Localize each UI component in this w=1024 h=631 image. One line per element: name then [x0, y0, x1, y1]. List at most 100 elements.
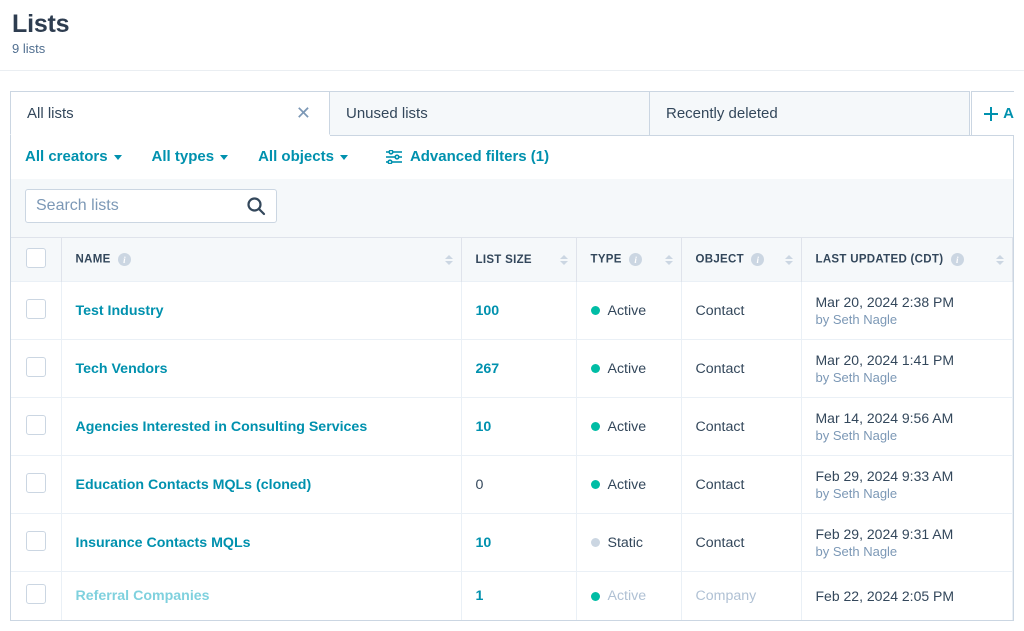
type-label: Active	[608, 303, 647, 319]
column-header-name[interactable]: NAME i	[61, 238, 461, 282]
cell-type: Active	[576, 456, 681, 514]
info-icon[interactable]: i	[629, 253, 642, 266]
list-size-value[interactable]: 10	[476, 419, 492, 435]
sort-icon[interactable]	[665, 255, 673, 265]
row-checkbox[interactable]	[26, 473, 46, 493]
cell-checkbox	[11, 572, 61, 621]
info-icon[interactable]: i	[751, 253, 764, 266]
row-checkbox[interactable]	[26, 531, 46, 551]
status-dot-icon	[591, 364, 600, 373]
filter-label: All objects	[258, 148, 334, 165]
cell-name: Insurance Contacts MQLs	[61, 514, 461, 572]
sort-icon[interactable]	[445, 255, 453, 265]
filters-region: All creators All types All objects Advan…	[10, 135, 1014, 621]
updated-by: by Seth Nagle	[816, 544, 999, 559]
type-label: Active	[608, 419, 647, 435]
column-label: LIST SIZE	[476, 254, 532, 266]
updated-by: by Seth Nagle	[816, 370, 999, 385]
table-row: Agencies Interested in Consulting Servic…	[11, 398, 1013, 456]
sort-icon[interactable]	[996, 255, 1004, 265]
filter-types[interactable]: All types	[152, 148, 229, 165]
column-header-checkbox	[11, 238, 61, 282]
filter-creators[interactable]: All creators	[25, 148, 122, 165]
updated-timestamp: Mar 20, 2024 2:38 PM	[816, 294, 999, 310]
cell-object: Contact	[681, 340, 801, 398]
cell-checkbox	[11, 340, 61, 398]
cell-size: 267	[461, 340, 576, 398]
status-dot-icon	[591, 480, 600, 489]
list-name-link[interactable]: Insurance Contacts MQLs	[76, 535, 251, 551]
updated-timestamp: Mar 14, 2024 9:56 AM	[816, 410, 999, 426]
type-label: Active	[608, 477, 647, 493]
filter-label: All creators	[25, 148, 108, 165]
list-size-value[interactable]: 100	[476, 303, 500, 319]
search-icon[interactable]	[246, 196, 266, 216]
tab-label: Unused lists	[346, 105, 428, 122]
list-name-link[interactable]: Agencies Interested in Consulting Servic…	[76, 419, 368, 435]
page-title: Lists	[12, 10, 1012, 39]
cell-object: Contact	[681, 456, 801, 514]
updated-timestamp: Feb 29, 2024 9:31 AM	[816, 526, 999, 542]
object-label: Contact	[696, 303, 745, 319]
cell-object: Contact	[681, 398, 801, 456]
table-row: Education Contacts MQLs (cloned) 0 Active C…	[11, 456, 1013, 514]
row-checkbox[interactable]	[26, 357, 46, 377]
sort-icon[interactable]	[560, 255, 568, 265]
list-size-value[interactable]: 1	[476, 588, 484, 604]
status-dot-icon	[591, 422, 600, 431]
info-icon[interactable]: i	[118, 253, 131, 266]
type-label: Static	[608, 535, 643, 551]
filter-label: All types	[152, 148, 215, 165]
list-name-link[interactable]: Tech Vendors	[76, 361, 168, 377]
info-icon[interactable]: i	[951, 253, 964, 266]
row-checkbox[interactable]	[26, 584, 46, 604]
cell-type: Active	[576, 572, 681, 621]
search-input[interactable]	[36, 197, 246, 215]
search-row	[11, 179, 1013, 237]
close-icon[interactable]: ✕	[294, 104, 313, 122]
row-checkbox[interactable]	[26, 299, 46, 319]
list-size-value[interactable]: 10	[476, 535, 492, 551]
advanced-filters-button[interactable]: Advanced filters (1)	[386, 148, 549, 165]
select-all-checkbox[interactable]	[26, 248, 46, 268]
list-size-value: 0	[476, 477, 484, 493]
add-view-button[interactable]: A	[971, 91, 1014, 135]
updated-by: by Seth Nagle	[816, 486, 999, 501]
page-header: Lists 9 lists	[0, 0, 1024, 71]
cell-name: Agencies Interested in Consulting Servic…	[61, 398, 461, 456]
cell-updated: Mar 20, 2024 1:41 PMby Seth Nagle	[801, 340, 1013, 398]
table-row: Tech Vendors 267 Active ContactMar 20, 2024…	[11, 340, 1013, 398]
updated-timestamp: Feb 29, 2024 9:33 AM	[816, 468, 999, 484]
row-checkbox[interactable]	[26, 415, 46, 435]
list-name-link[interactable]: Test Industry	[76, 303, 164, 319]
list-name-link[interactable]: Referral Companies	[76, 588, 210, 604]
object-label: Company	[696, 588, 757, 604]
column-header-size[interactable]: LIST SIZE	[461, 238, 576, 282]
cell-updated: Feb 29, 2024 9:33 AM by Seth Nagle	[801, 456, 1013, 514]
cell-type: Active	[576, 282, 681, 340]
cell-updated: Feb 29, 2024 9:31 AM by Seth Nagle	[801, 514, 1013, 572]
sort-icon[interactable]	[785, 255, 793, 265]
tab-unused-lists[interactable]: Unused lists	[330, 91, 650, 135]
status-dot-icon	[591, 538, 600, 547]
column-header-object[interactable]: OBJECT i	[681, 238, 801, 282]
list-size-value[interactable]: 267	[476, 361, 500, 377]
cell-size: 10	[461, 514, 576, 572]
list-name-link[interactable]: Education Contacts MQLs (cloned)	[76, 477, 312, 493]
type-label: Active	[608, 361, 647, 377]
cell-name: Education Contacts MQLs (cloned)	[61, 456, 461, 514]
tab-label: All lists	[27, 105, 74, 122]
filter-objects[interactable]: All objects	[258, 148, 348, 165]
cell-size: 0	[461, 456, 576, 514]
cell-checkbox	[11, 456, 61, 514]
column-header-updated[interactable]: LAST UPDATED (CDT) i	[801, 238, 1013, 282]
tab-all-lists[interactable]: All lists ✕	[10, 91, 330, 135]
cell-object: Company	[681, 572, 801, 621]
tab-recently-deleted[interactable]: Recently deleted	[650, 91, 970, 135]
object-label: Contact	[696, 477, 745, 493]
column-header-type[interactable]: TYPE i	[576, 238, 681, 282]
cell-checkbox	[11, 514, 61, 572]
object-label: Contact	[696, 535, 745, 551]
cell-size: 1	[461, 572, 576, 621]
cell-name: Referral Companies	[61, 572, 461, 621]
